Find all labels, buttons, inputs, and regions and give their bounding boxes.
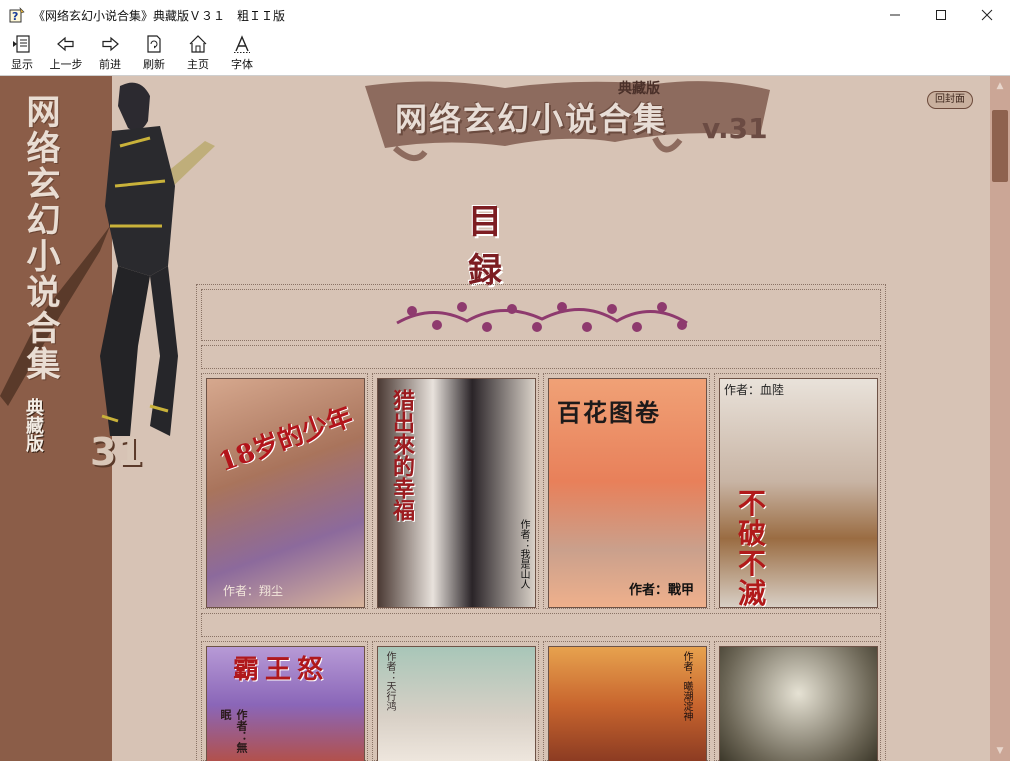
book-cell[interactable]: 百花图卷 作者：戰甲 <box>543 373 710 609</box>
maximize-button[interactable] <box>918 0 964 30</box>
forward-button[interactable]: 前进 <box>88 30 132 75</box>
minimize-button[interactable] <box>872 0 918 30</box>
home-icon <box>189 35 207 53</box>
scroll-thumb[interactable] <box>992 110 1008 182</box>
back-arrow-icon <box>57 36 74 52</box>
book-author: 作者：戰甲 <box>629 583 695 598</box>
close-button[interactable] <box>964 0 1010 30</box>
book-cover[interactable]: 作者：曦潮淀神 <box>548 646 707 761</box>
content-area: 网络玄幻小说合集 典藏版 31 典藏版 网络玄幻小说合集 v.31 回封面 目録 <box>0 76 990 761</box>
book-cell[interactable]: 霸王怒 作者：無眠 <box>201 641 368 761</box>
forward-label: 前进 <box>99 58 121 71</box>
book-cover[interactable] <box>719 646 878 761</box>
show-button[interactable]: 显示 <box>0 30 44 75</box>
title-bar: ? 《网络玄幻小说合集》典藏版Ｖ３１ 粗ＩＩ版 <box>0 0 1010 30</box>
scroll-down-button[interactable]: ▼ <box>990 743 1010 759</box>
home-label: 主页 <box>187 58 209 71</box>
book-cell[interactable] <box>714 641 881 761</box>
book-author: 作者：天行鸿 <box>384 651 395 711</box>
refresh-icon <box>147 35 161 53</box>
window-title: 《网络玄幻小说合集》典藏版Ｖ３１ 粗ＩＩ版 <box>33 8 286 23</box>
book-author: 作者：無眠 <box>219 709 248 753</box>
minimize-icon <box>890 14 900 16</box>
book-author: 作者：血陸 <box>724 383 785 397</box>
font-button[interactable]: 字体 <box>220 30 264 75</box>
book-cell[interactable]: 作者：天行鸿 <box>372 641 539 761</box>
book-cell[interactable]: 猎出來的幸福 作者：我是山人 <box>372 373 539 609</box>
book-cover[interactable]: 百花图卷 作者：戰甲 <box>548 378 707 608</box>
book-cell[interactable]: 18岁的少年 作者：翔尘 <box>201 373 368 609</box>
book-cell[interactable]: 作者：曦潮淀神 <box>543 641 710 761</box>
home-button[interactable]: 主页 <box>176 30 220 75</box>
refresh-label: 刷新 <box>143 58 165 71</box>
toc-table: 18岁的少年 作者：翔尘 猎出來的幸福 作者：我是山人 百花图卷 作者：戰甲 作… <box>196 284 886 761</box>
vertical-scrollbar[interactable]: ▲ ▼ <box>990 76 1010 761</box>
book-title: 霸王怒 <box>233 655 330 685</box>
show-label: 显示 <box>11 58 33 71</box>
banner-version: v.31 <box>702 112 768 145</box>
spacer-row <box>201 345 881 369</box>
spacer-row <box>201 613 881 637</box>
app-help-icon: ? <box>9 7 25 23</box>
close-icon <box>981 9 993 21</box>
book-cover[interactable]: 18岁的少年 作者：翔尘 <box>206 378 365 608</box>
scroll-up-button[interactable]: ▲ <box>990 78 1010 94</box>
book-cover[interactable]: 作者：血陸 不破不滅 <box>719 378 878 608</box>
font-icon <box>234 35 250 53</box>
toc-heading: 目録 <box>468 202 562 291</box>
back-label: 上一步 <box>49 58 83 71</box>
side-edition: 典藏版 <box>23 398 44 452</box>
book-author: 作者：翔尘 <box>223 584 284 598</box>
font-label: 字体 <box>231 58 253 71</box>
show-panel-icon <box>13 35 30 53</box>
back-to-cover-button[interactable]: 回封面 <box>927 91 973 109</box>
ornament-row <box>201 289 881 341</box>
side-volume-number: 31 <box>90 430 143 474</box>
book-author: 作者：我是山人 <box>518 519 529 589</box>
book-cell[interactable]: 作者：血陸 不破不滅 <box>714 373 881 609</box>
book-author: 作者：曦潮淀神 <box>681 651 692 721</box>
back-button[interactable]: 上一步 <box>44 30 88 75</box>
refresh-button[interactable]: 刷新 <box>132 30 176 75</box>
toolbar: 显示 上一步 前进 刷新 主页 字体 <box>0 30 1010 76</box>
forward-arrow-icon <box>102 36 119 52</box>
svg-text:?: ? <box>12 10 18 23</box>
book-title: 不破不滅 <box>738 487 767 608</box>
banner-title: 网络玄幻小说合集 <box>395 100 668 138</box>
side-title: 网络玄幻小说合集 <box>20 94 60 382</box>
book-cover[interactable]: 霸王怒 作者：無眠 <box>206 646 365 761</box>
book-cover[interactable]: 猎出來的幸福 作者：我是山人 <box>377 378 536 608</box>
maximize-icon <box>936 10 946 20</box>
book-title: 百花图卷 <box>557 398 661 427</box>
book-title: 猎出來的幸福 <box>389 389 415 521</box>
book-title: 18岁的少年 <box>214 401 357 478</box>
book-cover[interactable]: 作者：天行鸿 <box>377 646 536 761</box>
floral-ornament <box>396 302 688 332</box>
